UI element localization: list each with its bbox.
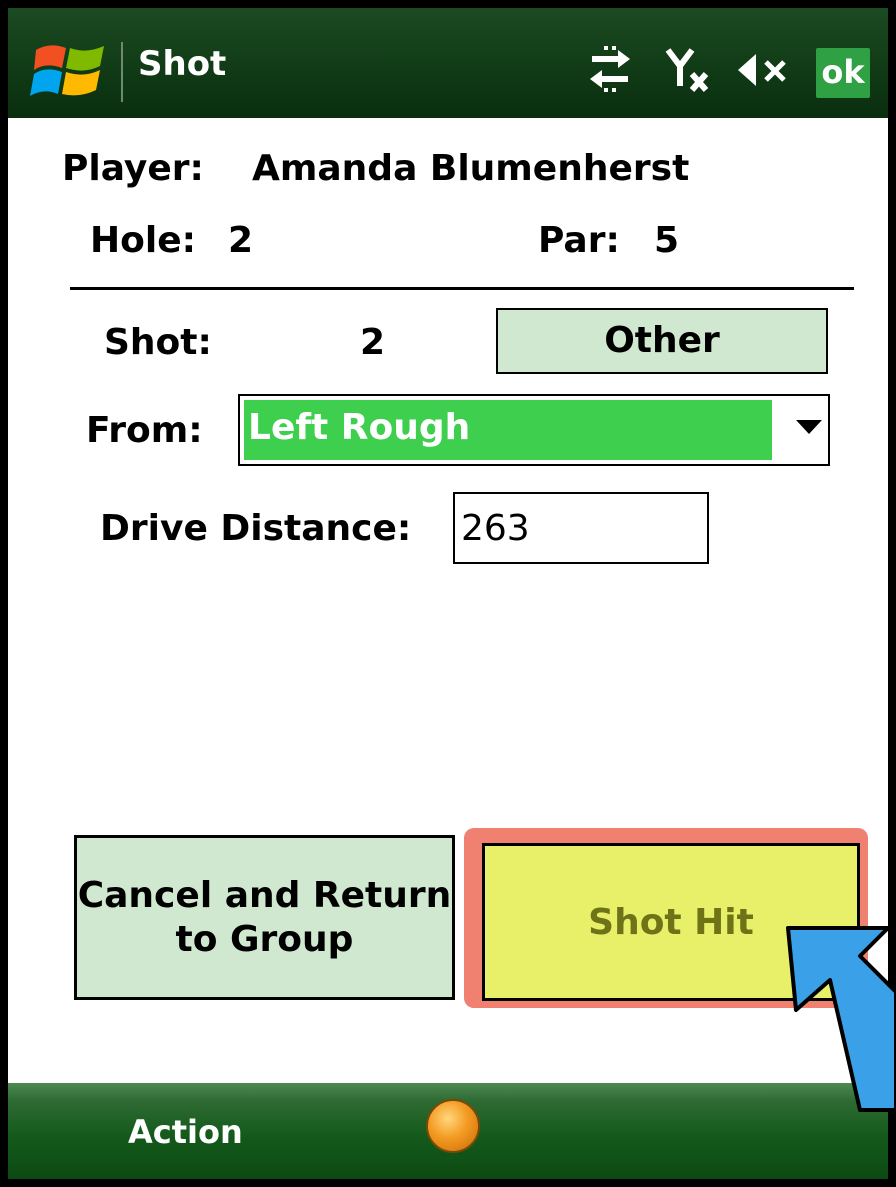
chevron-down-icon[interactable] <box>796 420 822 434</box>
drive-distance-label: Drive Distance: <box>100 508 412 549</box>
volume-muted-icon[interactable] <box>734 42 796 98</box>
pointer-arrow-icon <box>786 926 896 1112</box>
divider <box>70 287 854 290</box>
hole-value: 2 <box>228 220 254 261</box>
screen: Shot ok Player: Amanda Blumenherst Hole:… <box>8 8 888 1179</box>
par-label: Par: <box>538 220 620 261</box>
page-title: Shot <box>138 44 227 84</box>
from-dropdown[interactable]: Left Rough <box>238 394 830 466</box>
player-label: Player: <box>62 148 204 189</box>
par-value: 5 <box>654 220 680 261</box>
shot-label: Shot: <box>104 322 212 363</box>
from-selected-value: Left Rough <box>244 400 772 460</box>
other-button[interactable]: Other <box>496 308 828 374</box>
hole-label: Hole: <box>90 220 197 261</box>
ok-button[interactable]: ok <box>816 48 870 98</box>
cancel-return-button[interactable]: Cancel and Return to Group <box>74 835 455 1000</box>
title-bar: Shot ok <box>8 8 888 118</box>
player-name: Amanda Blumenherst <box>252 148 690 189</box>
orb-icon[interactable] <box>426 1099 480 1153</box>
action-softkey[interactable]: Action <box>128 1113 243 1151</box>
connectivity-icon[interactable] <box>586 42 634 98</box>
shot-value: 2 <box>360 322 386 363</box>
bottom-bar: Action <box>8 1083 888 1179</box>
windows-logo-icon[interactable] <box>30 38 108 104</box>
signal-off-icon[interactable] <box>664 42 712 98</box>
from-label: From: <box>86 410 203 451</box>
title-separator <box>121 42 123 102</box>
drive-distance-input[interactable]: 263 <box>453 492 709 564</box>
